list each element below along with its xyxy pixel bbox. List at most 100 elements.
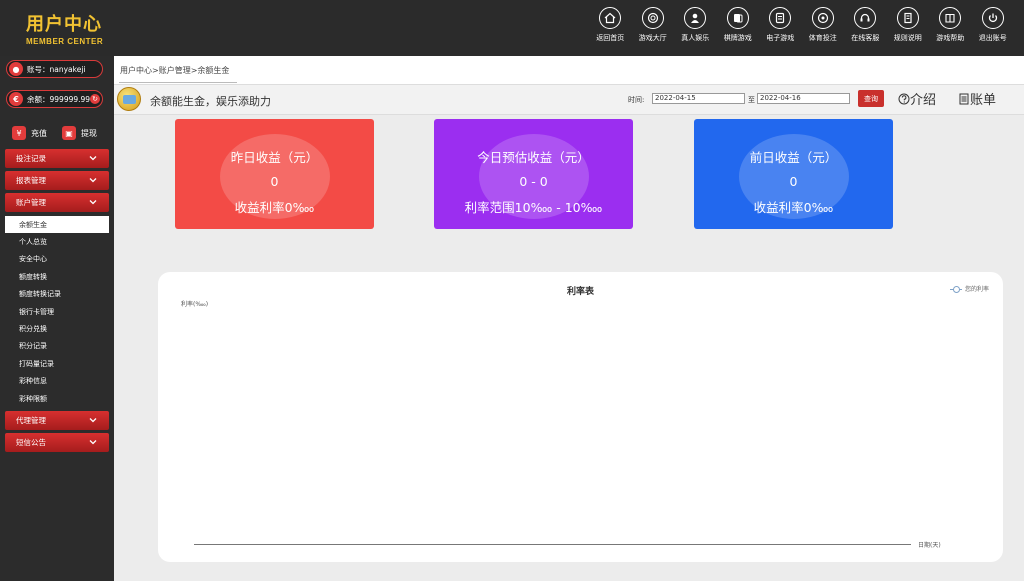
menu-label: 报表管理: [16, 176, 46, 185]
breadcrumb: 用户中心>账户管理>余额生金: [120, 66, 230, 75]
recharge-button[interactable]: ¥ 充值: [12, 126, 47, 140]
chart-legend[interactable]: 您的利率: [949, 284, 989, 293]
submenu-points-exchange[interactable]: 积分兑换: [5, 320, 109, 337]
breadcrumb-bar: 用户中心>账户管理>余额生金: [114, 56, 1024, 85]
submenu-personal-overview[interactable]: 个人总览: [5, 233, 109, 250]
nav-label: 退出账号: [978, 34, 1007, 42]
menu-account-management[interactable]: 账户管理: [5, 193, 109, 212]
submenu-lottery-limits[interactable]: 彩种限额: [5, 390, 109, 407]
help-book-icon: [939, 7, 962, 29]
chevron-down-icon: [89, 156, 97, 161]
nav-label: 游戏大厅: [638, 34, 667, 42]
piggy-bank-icon: [219, 134, 330, 219]
submenu-quota-transfer[interactable]: 额度转换: [5, 268, 109, 285]
rules-icon: [896, 7, 919, 29]
nav-label: 规则说明: [893, 34, 922, 42]
menu-label: 投注记录: [16, 154, 46, 163]
intro-label: 介绍: [910, 93, 937, 108]
breadcrumb-underline: [119, 82, 237, 83]
chevron-down-icon: [89, 440, 97, 445]
info-bar: 余额能生金，娱乐添助力 时间: 2022-04-15 至 2022-04-16 …: [114, 85, 1024, 115]
logo-title: 用户中心: [26, 14, 102, 35]
menu-agent-management[interactable]: 代理管理: [5, 411, 109, 430]
submenu-security-center[interactable]: 安全中心: [5, 251, 109, 268]
nav-game-help[interactable]: 游戏帮助: [929, 7, 972, 43]
top-nav: 返回首页 游戏大厅 真人娱乐 棋牌游戏 电子游戏 体育投注 在线客服 规则说明: [589, 7, 1014, 43]
member-center-logo[interactable]: 用户中心 MEMBER CENTER: [26, 10, 116, 46]
submenu-lottery-info[interactable]: 彩种信息: [5, 373, 109, 390]
time-label: 时间:: [628, 96, 645, 104]
home-icon: [599, 7, 622, 29]
piggy-bank-icon: [738, 134, 849, 219]
question-circle-icon: [898, 93, 910, 104]
day-before-earnings-card: 前日收益（元） 0 收益利率0‱: [694, 119, 893, 229]
chevron-down-icon: [89, 418, 97, 423]
submenu-turnover-records[interactable]: 打码量记录: [5, 355, 109, 372]
nav-rules[interactable]: 规则说明: [887, 7, 930, 43]
chevron-down-icon: [89, 178, 97, 183]
nav-online-service[interactable]: 在线客服: [844, 7, 887, 43]
nav-label: 返回首页: [596, 34, 625, 42]
lobby-icon: [641, 7, 664, 29]
submenu-bank-card-management[interactable]: 银行卡管理: [5, 303, 109, 320]
chevron-down-icon: [89, 200, 97, 205]
account-submenu: 余额生金 个人总览 安全中心 额度转换 额度转换记录 银行卡管理 积分兑换 积分…: [5, 216, 109, 407]
end-date-input[interactable]: 2022-04-16: [757, 93, 850, 104]
x-axis-label: 日期(天): [918, 542, 941, 549]
nav-label: 电子游戏: [766, 34, 795, 42]
piggy-bank-icon: [478, 134, 589, 219]
nav-live-casino[interactable]: 真人娱乐: [674, 7, 717, 43]
submenu-balance-interest[interactable]: 余额生金: [5, 216, 109, 234]
cards-icon: [726, 7, 749, 29]
menu-label: 短信公告: [16, 438, 46, 447]
intro-button[interactable]: 介绍: [898, 89, 936, 108]
nav-label: 真人娱乐: [681, 34, 710, 42]
slots-icon: [769, 7, 792, 29]
submenu-quota-transfer-records[interactable]: 额度转换记录: [5, 286, 109, 303]
menu-report[interactable]: 报表管理: [5, 171, 109, 190]
nav-cards[interactable]: 棋牌游戏: [717, 7, 760, 43]
to-label: 至: [748, 96, 755, 104]
x-axis-line: [194, 544, 911, 545]
chart-title: 利率表: [566, 287, 594, 297]
bill-button[interactable]: 账单: [958, 89, 996, 108]
logo-subtitle: MEMBER CENTER: [26, 37, 104, 46]
top-header: 用户中心 MEMBER CENTER 返回首页 游戏大厅 真人娱乐 棋牌游戏 电…: [0, 0, 1024, 56]
withdraw-icon: ▣: [62, 126, 76, 140]
recharge-icon: ¥: [12, 126, 26, 140]
menu-label: 账户管理: [16, 198, 46, 207]
nav-logout[interactable]: 退出账号: [972, 7, 1015, 43]
rate-chart-panel: 利率表 您的利率 利率(‱) 日期(天): [158, 272, 1003, 562]
legend-label: 您的利率: [964, 286, 989, 293]
submenu-points-records[interactable]: 积分记录: [5, 338, 109, 355]
sidebar: ● 账号：nanyakeji € 余额：999999.99 ↻ ¥ 充值 ▣ 提…: [0, 56, 114, 581]
power-icon: [981, 7, 1004, 29]
nav-lobby[interactable]: 游戏大厅: [632, 7, 675, 43]
menu-bet-records[interactable]: 投注记录: [5, 149, 109, 168]
nav-slots[interactable]: 电子游戏: [759, 7, 802, 43]
nav-sports[interactable]: 体育投注: [802, 7, 845, 43]
nav-label: 在线客服: [851, 34, 880, 42]
bill-icon: [959, 93, 969, 104]
main-content: 用户中心>账户管理>余额生金 余额能生金，娱乐添助力 时间: 2022-04-1…: [114, 56, 1024, 581]
balance-text: 余额：999999.99: [27, 94, 91, 104]
user-icon: ●: [9, 62, 23, 76]
sports-icon: [811, 7, 834, 29]
withdraw-label: 提现: [81, 128, 97, 138]
recharge-label: 充值: [31, 128, 47, 138]
nav-home[interactable]: 返回首页: [589, 7, 632, 43]
start-date-input[interactable]: 2022-04-15: [652, 93, 745, 104]
refresh-icon[interactable]: ↻: [90, 94, 100, 104]
query-button[interactable]: 查询: [858, 90, 884, 107]
nav-label: 体育投注: [808, 34, 837, 42]
currency-icon: €: [9, 92, 23, 106]
yesterday-earnings-card: 昨日收益（元） 0 收益利率0‱: [175, 119, 374, 229]
live-casino-icon: [684, 7, 707, 29]
y-axis-label: 利率(‱): [181, 301, 209, 308]
balance-pill: € 余额：999999.99 ↻: [6, 90, 103, 108]
withdraw-button[interactable]: ▣ 提现: [62, 126, 97, 140]
slogan: 余额能生金，娱乐添助力: [150, 95, 271, 108]
menu-sms-notice[interactable]: 短信公告: [5, 433, 109, 452]
account-pill: ● 账号：nanyakeji: [6, 60, 103, 78]
coin-money-icon: [117, 87, 141, 111]
